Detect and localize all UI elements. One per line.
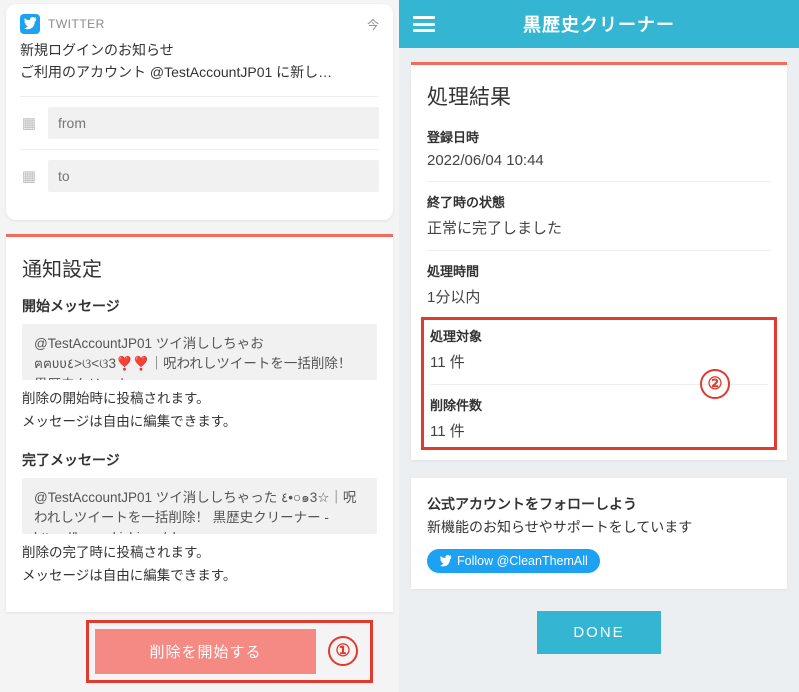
- calendar-icon: ▦: [20, 114, 38, 132]
- registered-at-label: 登録日時: [427, 127, 771, 146]
- notification-time: 今: [367, 16, 379, 33]
- done-button[interactable]: DONE: [537, 611, 660, 654]
- done-message-label: 完了メッセージ: [22, 450, 377, 470]
- end-state-label: 終了時の状態: [427, 192, 771, 211]
- twitter-icon: [439, 555, 452, 568]
- follow-subtext: 新機能のお知らせやサポートをしています: [427, 517, 771, 537]
- date-from-input[interactable]: [48, 107, 379, 139]
- left-screenshot: TWITTER 今 新規ログインのお知らせ ご利用のアカウント @TestAcc…: [0, 0, 399, 692]
- notification-header: TWITTER 今: [20, 14, 379, 34]
- start-message-label: 開始メッセージ: [22, 296, 377, 316]
- duration-value: 1分以内: [427, 286, 771, 313]
- start-message-help: 削除の開始時に投稿されます。 メッセージは自由に編集できます。: [22, 388, 377, 434]
- notification-title: 新規ログインのお知らせ: [20, 40, 379, 60]
- date-to-input[interactable]: [48, 160, 379, 192]
- result-card: 処理結果 登録日時 2022/06/04 10:44 終了時の状態 正常に完了し…: [411, 62, 787, 460]
- app-title: 黒歴史クリーナー: [413, 11, 785, 37]
- calendar-icon: ▦: [20, 167, 38, 185]
- settings-heading: 通知設定: [22, 253, 377, 282]
- right-screenshot: 黒歴史クリーナー 処理結果 登録日時 2022/06/04 10:44 終了時の…: [399, 0, 799, 692]
- start-button-highlight: 削除を開始する ①: [86, 620, 373, 683]
- follow-heading: 公式アカウントをフォローしよう: [427, 494, 771, 514]
- result-highlight-box: 処理対象 11 件 削除件数 11 件 ②: [421, 317, 777, 450]
- notification-settings-card: 通知設定 開始メッセージ @TestAccountJP01 ツイ消ししちゃお ฅ…: [6, 234, 393, 612]
- end-state-value: 正常に完了しました: [427, 217, 771, 251]
- result-heading: 処理結果: [427, 81, 771, 111]
- notification-body: ご利用のアカウント @TestAccountJP01 に新し…: [20, 62, 379, 82]
- twitter-icon: [20, 14, 40, 34]
- done-message-help: 削除の完了時に投稿されます。 メッセージは自由に編集できます。: [22, 542, 377, 588]
- registered-at-value: 2022/06/04 10:44: [427, 152, 771, 182]
- notification-app-name: TWITTER: [48, 17, 359, 31]
- done-message-textarea[interactable]: @TestAccountJP01 ツイ消ししちゃった ٤•○๑3☆｜呪われしツイ…: [22, 478, 377, 534]
- target-count-label: 処理対象: [430, 326, 768, 345]
- follow-button-label: Follow @CleanThemAll: [457, 554, 588, 568]
- start-message-textarea[interactable]: @TestAccountJP01 ツイ消ししちゃお ฅฅʋʋ٤>ଓ<ଓ3❣️❣️…: [22, 324, 377, 380]
- date-to-row: ▦: [20, 149, 379, 202]
- callout-2: ②: [700, 369, 730, 399]
- follow-button[interactable]: Follow @CleanThemAll: [427, 549, 600, 573]
- start-delete-button[interactable]: 削除を開始する: [95, 629, 316, 674]
- deleted-count-value: 11 件: [430, 420, 768, 445]
- notification-card: TWITTER 今 新規ログインのお知らせ ご利用のアカウント @TestAcc…: [6, 4, 393, 220]
- callout-1: ①: [328, 636, 358, 666]
- duration-label: 処理時間: [427, 261, 771, 280]
- date-from-row: ▦: [20, 96, 379, 149]
- follow-card: 公式アカウントをフォローしよう 新機能のお知らせやサポートをしています Foll…: [411, 478, 787, 589]
- app-header: 黒歴史クリーナー: [399, 0, 799, 48]
